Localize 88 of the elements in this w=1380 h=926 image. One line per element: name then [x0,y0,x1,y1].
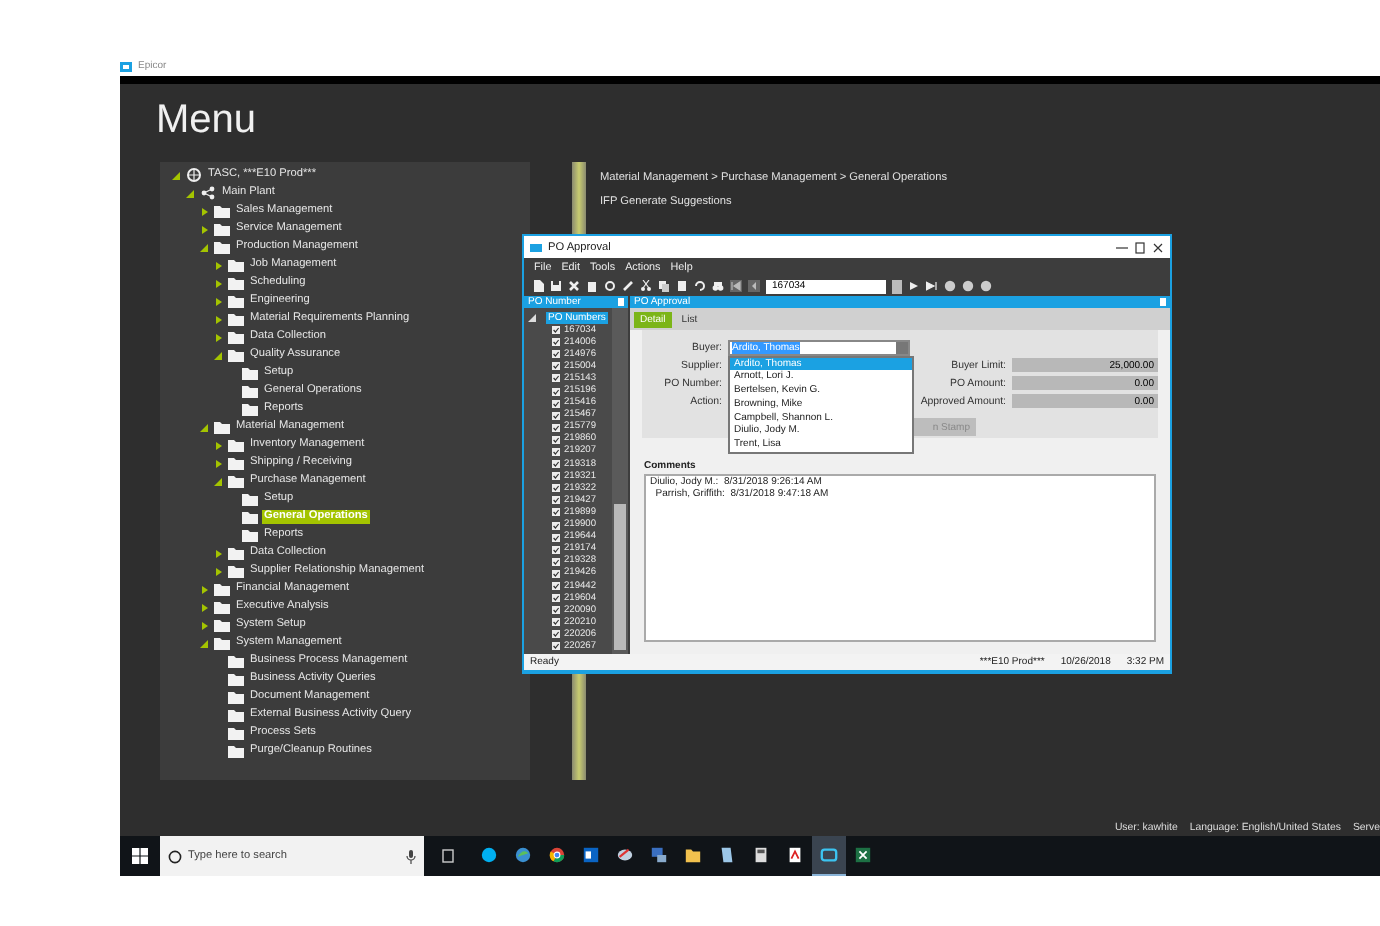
expand-arrow-icon[interactable] [200,621,208,629]
collapse-arrow-icon[interactable] [172,171,180,179]
paint-app-icon [616,846,634,864]
microphone-icon[interactable] [406,849,416,863]
expand-arrow-icon[interactable] [214,315,222,323]
undo-icon[interactable] [694,280,706,292]
expand-arrow-icon[interactable] [200,585,208,593]
document-check-icon [552,411,560,420]
copy-icon[interactable] [658,280,670,292]
expand-arrow-icon[interactable] [200,207,208,215]
document-check-icon [552,618,560,627]
binoculars-icon[interactable] [712,280,724,292]
expand-arrow-icon[interactable] [214,567,222,575]
globe-icon [186,168,202,182]
document-check-icon [552,350,560,359]
last-icon[interactable] [926,280,938,292]
previous-icon[interactable] [748,280,760,292]
first-icon[interactable] [730,280,742,292]
document-check-icon [552,582,560,591]
document-check-icon [552,460,560,469]
collapse-arrow-icon[interactable] [200,639,208,647]
notepad-icon [718,846,736,864]
expand-arrow-icon[interactable] [214,297,222,305]
calculator-icon [752,846,770,864]
folder-icon [684,846,702,864]
circle-icon[interactable] [944,280,956,292]
expand-arrow-icon[interactable] [214,441,222,449]
search-icon [168,849,182,863]
document-check-icon [552,508,560,517]
document-check-icon [552,472,560,481]
paste-icon[interactable] [676,280,688,292]
document-check-icon [552,435,560,444]
document-check-icon [552,521,560,530]
epicor-app-icon [820,846,838,864]
minimize-icon[interactable] [1116,241,1128,253]
windows-start-icon[interactable] [132,848,148,864]
app-icon [120,61,132,71]
expand-arrow-icon[interactable] [214,279,222,287]
document-check-icon [552,630,560,639]
dropdown-button[interactable] [892,279,902,293]
new-icon[interactable] [532,280,544,292]
delete-icon[interactable] [568,280,580,292]
browser-icon [548,846,566,864]
expand-arrow-icon[interactable] [214,549,222,557]
expand-arrow-icon[interactable] [200,225,208,233]
collapse-arrow-icon[interactable] [214,477,222,485]
document-check-icon [552,387,560,396]
expand-arrow-icon[interactable] [214,459,222,467]
expand-arrow-icon[interactable] [200,603,208,611]
document-check-icon [552,484,560,493]
collapse-arrow-icon[interactable] [200,243,208,251]
circle-icon[interactable] [962,280,974,292]
app-icon [530,241,542,253]
document-check-icon [552,569,560,578]
collapse-arrow-icon[interactable] [528,313,536,321]
document-check-icon [552,557,560,566]
document-check-icon [552,399,560,408]
document-check-icon [552,326,560,335]
page-heading: Menu [154,96,259,146]
refresh-icon[interactable] [604,280,616,292]
document-check-icon [552,545,560,554]
collapse-arrow-icon[interactable] [214,351,222,359]
scrollbar[interactable] [612,308,628,654]
share-icon [200,186,216,200]
expand-arrow-icon[interactable] [214,261,222,269]
document-check-icon [552,338,560,347]
close-icon[interactable] [1152,241,1164,253]
document-check-icon [552,362,560,371]
circle-icon[interactable] [980,280,992,292]
document-check-icon [552,496,560,505]
globe-app-icon [514,846,532,864]
document-check-icon [552,594,560,603]
maximize-icon[interactable] [1134,241,1146,253]
document-check-icon [552,447,560,456]
document-check-icon [552,606,560,615]
document-check-icon [552,374,560,383]
save-icon[interactable] [550,280,562,292]
collapse-arrow-icon[interactable] [186,189,194,197]
collapse-arrow-icon[interactable] [200,423,208,431]
next-icon[interactable] [908,280,920,292]
cut-icon[interactable] [640,280,652,292]
spreadsheet-icon [854,846,872,864]
expand-arrow-icon[interactable] [214,333,222,341]
pdf-icon [786,846,804,864]
document-check-icon [552,533,560,542]
document-check-icon [552,423,560,432]
task-view-icon[interactable] [440,848,456,864]
document-check-icon [552,642,560,651]
